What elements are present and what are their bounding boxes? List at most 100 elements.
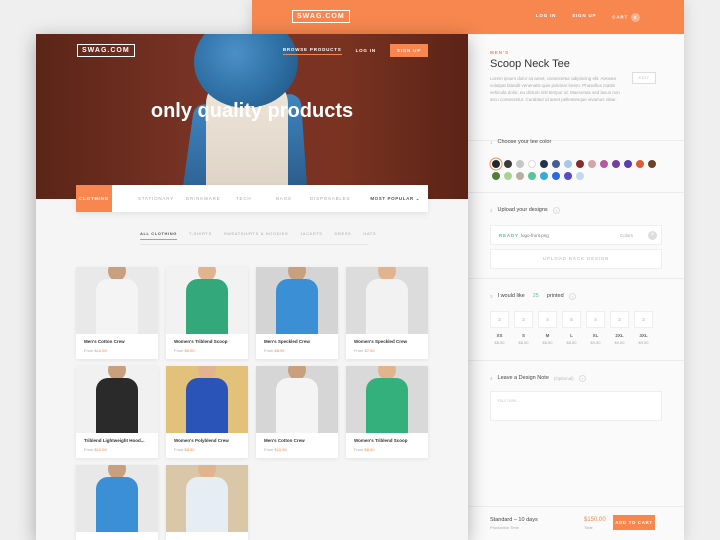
price-from-label: From bbox=[264, 447, 274, 452]
color-swatch[interactable] bbox=[612, 160, 620, 168]
product-price-row: From $7.95 bbox=[354, 348, 374, 353]
product-card[interactable]: Women's Speckled Crew From $7.95 bbox=[346, 267, 428, 359]
info-icon[interactable]: i bbox=[552, 206, 560, 214]
color-swatch[interactable] bbox=[492, 172, 500, 180]
signup-link[interactable]: SIGN UP bbox=[572, 13, 596, 22]
color-swatch[interactable] bbox=[540, 160, 548, 168]
quantity-title-post: printed bbox=[546, 293, 564, 299]
product-card[interactable]: Women's Triblend Scoop From $8.00 bbox=[346, 366, 428, 458]
tab-drinkware[interactable]: DRINKWARE bbox=[186, 185, 221, 212]
subtab-all-clothing[interactable]: ALL CLOTHING bbox=[140, 231, 177, 240]
detail-header-bar: SWAG.COM LOG IN SIGN UP CART 0 bbox=[252, 0, 684, 34]
product-title: Scoop Neck Tee bbox=[490, 58, 570, 70]
color-swatch[interactable] bbox=[564, 172, 572, 180]
signup-button[interactable]: SIGN UP bbox=[389, 44, 428, 57]
file-color-select[interactable]: Colors bbox=[620, 233, 633, 238]
login-link[interactable]: LOG IN bbox=[536, 13, 556, 22]
tab-disposables[interactable]: DISPOSABLES bbox=[310, 185, 350, 212]
price-from-label: From bbox=[174, 447, 184, 452]
color-swatch[interactable] bbox=[576, 160, 584, 168]
product-card[interactable]: Triblend Lightweight Hood... From $10.50 bbox=[76, 366, 158, 458]
color-swatch[interactable] bbox=[528, 172, 536, 180]
product-image bbox=[346, 366, 428, 433]
color-section: 1 Choose your tee color bbox=[468, 139, 684, 192]
note-section-title: Leave a Design Note bbox=[497, 375, 549, 381]
subtab-dress[interactable]: DRESS bbox=[335, 231, 352, 240]
color-swatch[interactable] bbox=[552, 160, 560, 168]
size-quantity-input[interactable]: 4 bbox=[586, 311, 605, 328]
info-icon[interactable]: i bbox=[568, 292, 576, 300]
production-time[interactable]: Standard – 10 days bbox=[490, 517, 538, 523]
color-swatch[interactable] bbox=[648, 160, 656, 168]
color-swatch[interactable] bbox=[624, 160, 632, 168]
tab-clothing[interactable]: CLOTHING bbox=[76, 185, 112, 212]
product-card[interactable] bbox=[166, 465, 248, 540]
step-number: 2 bbox=[490, 207, 493, 213]
color-swatch[interactable] bbox=[492, 160, 500, 168]
total-label: Total bbox=[584, 525, 593, 530]
login-link[interactable]: LOG IN bbox=[356, 48, 376, 53]
tab-stationary[interactable]: STATIONARY bbox=[138, 185, 174, 212]
product-image bbox=[256, 267, 338, 334]
color-swatch[interactable] bbox=[636, 160, 644, 168]
product-garment bbox=[186, 279, 228, 334]
color-swatch[interactable] bbox=[540, 172, 548, 180]
size-quantity-input[interactable]: 3 bbox=[610, 311, 629, 328]
size-quantity-input[interactable]: 3 bbox=[634, 311, 653, 328]
tab-bags[interactable]: BAGS bbox=[276, 185, 292, 212]
color-swatch[interactable] bbox=[552, 172, 560, 180]
add-to-cart-button[interactable]: ADD TO CART bbox=[613, 515, 655, 530]
subtab-t-shirts[interactable]: T-SHIRTS bbox=[189, 231, 212, 240]
product-card[interactable]: Women's Polyblend Crew From $8.50 bbox=[166, 366, 248, 458]
design-note-textarea[interactable]: Your note... bbox=[490, 391, 662, 421]
color-swatch[interactable] bbox=[588, 160, 596, 168]
info-icon[interactable]: i bbox=[578, 374, 586, 382]
product-config-panel: MEN'S Scoop Neck Tee Lorem ipsum dolor s… bbox=[468, 34, 684, 540]
cart-link[interactable]: CART 0 bbox=[612, 13, 640, 22]
product-image bbox=[256, 366, 338, 433]
color-swatch[interactable] bbox=[516, 160, 524, 168]
product-card[interactable]: Men's Speckled Crew From $8.95 bbox=[256, 267, 338, 359]
remove-file-icon[interactable]: × bbox=[648, 231, 657, 240]
upload-status: READY bbox=[499, 233, 519, 238]
category-bar: CLOTHING STATIONARY DRINKWARE TECH BAGS … bbox=[76, 185, 428, 212]
price-from-label: From bbox=[354, 348, 364, 353]
tab-tech[interactable]: TECH bbox=[236, 185, 251, 212]
color-swatch[interactable] bbox=[516, 172, 524, 180]
edit-button[interactable]: EDIT bbox=[632, 72, 656, 84]
color-swatch[interactable] bbox=[504, 172, 512, 180]
product-card[interactable] bbox=[76, 465, 158, 540]
color-swatch[interactable] bbox=[576, 172, 584, 180]
total-quantity[interactable]: 25 bbox=[533, 293, 539, 299]
size-quantity-input[interactable]: 5 bbox=[562, 311, 581, 328]
size-price: $8.50 bbox=[518, 340, 529, 345]
color-swatch[interactable] bbox=[564, 160, 572, 168]
sort-dropdown[interactable]: MOST POPULAR ⌄ bbox=[370, 185, 420, 212]
product-card[interactable]: Men's Cotton Crew From $10.50 bbox=[256, 366, 338, 458]
product-price-row: From $8.95 bbox=[264, 348, 284, 353]
product-card[interactable]: Men's Cotton Crew From $10.50 bbox=[76, 267, 158, 359]
size-quantity-input[interactable]: 3 bbox=[514, 311, 533, 328]
color-swatch[interactable] bbox=[528, 160, 536, 168]
color-swatch[interactable] bbox=[600, 160, 608, 168]
subtab-hats[interactable]: HATS bbox=[363, 231, 376, 240]
color-swatch[interactable] bbox=[504, 160, 512, 168]
upload-section-title: Upload your designs bbox=[497, 207, 548, 213]
brand-logo[interactable]: SWAG.COM bbox=[77, 44, 135, 57]
size-label: S bbox=[521, 333, 525, 338]
size-column: 4 M $8.50 bbox=[538, 311, 557, 345]
size-quantity-input[interactable]: 4 bbox=[538, 311, 557, 328]
color-section-title: Choose your tee color bbox=[497, 139, 552, 145]
subtab-jackets[interactable]: JACKETS bbox=[300, 231, 322, 240]
product-name: Triblend Lightweight Hood... bbox=[84, 438, 145, 443]
price-from-label: From bbox=[84, 447, 94, 452]
product-garment bbox=[96, 477, 138, 532]
product-image bbox=[166, 366, 248, 433]
browse-products-link[interactable]: BROWSE PRODUCTS bbox=[282, 47, 342, 55]
subtab-sweatshirts[interactable]: SWEATSHIRTS & HOODIES bbox=[224, 231, 288, 240]
brand-logo[interactable]: SWAG.COM bbox=[292, 10, 350, 23]
product-price: $10.50 bbox=[274, 447, 287, 452]
product-card[interactable]: Women's Triblend Scoop From $8.00 bbox=[166, 267, 248, 359]
size-quantity-input[interactable]: 3 bbox=[490, 311, 509, 328]
upload-back-design-button[interactable]: UPLOAD BACK DESIGN bbox=[490, 249, 662, 269]
